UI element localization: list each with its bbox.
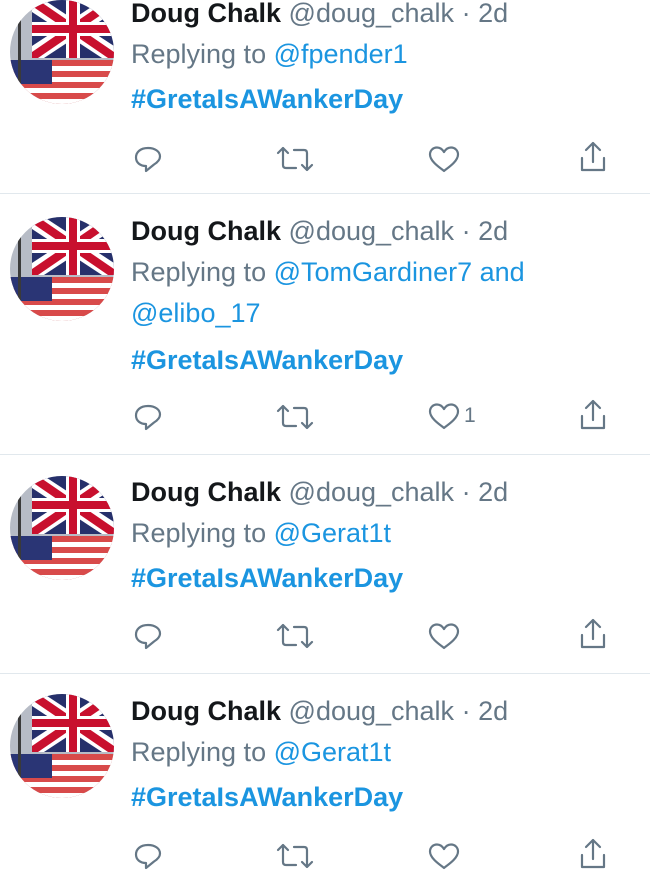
tweet-header: Doug Chalk @doug_chalk · 2d bbox=[131, 0, 508, 30]
like-count: 1 bbox=[464, 404, 476, 427]
mention-link[interactable]: @Gerat1t bbox=[274, 737, 391, 767]
hashtag-link[interactable]: #GretaIsAWankerDay bbox=[131, 345, 403, 375]
reply-button[interactable] bbox=[133, 144, 163, 174]
share-button[interactable] bbox=[578, 837, 608, 871]
separator-dot: · bbox=[454, 477, 479, 507]
hashtag-link[interactable]: #GretaIsAWankerDay bbox=[131, 84, 403, 114]
hashtag-link[interactable]: #GretaIsAWankerDay bbox=[131, 782, 403, 812]
mention-link[interactable]: @Gerat1t bbox=[274, 518, 391, 548]
reply-icon bbox=[134, 843, 162, 870]
mention-link[interactable]: @TomGardiner7 and bbox=[274, 257, 525, 287]
reply-context: Replying to @fpender1 bbox=[131, 37, 408, 71]
reply-button[interactable] bbox=[133, 402, 163, 432]
display-name[interactable]: Doug Chalk bbox=[131, 0, 281, 28]
display-name[interactable]: Doug Chalk bbox=[131, 216, 281, 246]
avatar[interactable] bbox=[10, 217, 114, 321]
retweet-icon bbox=[276, 843, 314, 869]
like-button[interactable] bbox=[428, 145, 464, 173]
replying-to-label: Replying to bbox=[131, 518, 267, 548]
tweet[interactable]: Doug Chalk @doug_chalk · 2d Replying to … bbox=[0, 455, 650, 673]
retweet-button[interactable] bbox=[275, 622, 315, 650]
reply-icon bbox=[134, 404, 162, 431]
replying-to-label: Replying to bbox=[131, 39, 267, 69]
share-button[interactable] bbox=[578, 398, 608, 432]
replying-to-label: Replying to bbox=[131, 257, 267, 287]
mention-link[interactable]: @fpender1 bbox=[274, 39, 408, 69]
share-icon bbox=[580, 838, 606, 869]
avatar[interactable] bbox=[10, 0, 114, 104]
tweet[interactable]: Doug Chalk @doug_chalk · 2d Replying to … bbox=[0, 0, 650, 192]
avatar[interactable] bbox=[10, 476, 114, 580]
tweet-text: #GretaIsAWankerDay bbox=[131, 343, 403, 377]
timestamp[interactable]: 2d bbox=[478, 216, 508, 246]
user-handle[interactable]: @doug_chalk bbox=[289, 216, 455, 246]
avatar[interactable] bbox=[10, 694, 114, 798]
tweet-text: #GretaIsAWankerDay bbox=[131, 561, 403, 595]
share-button[interactable] bbox=[578, 140, 608, 174]
reply-context: Replying to @Gerat1t bbox=[131, 516, 391, 550]
display-name[interactable]: Doug Chalk bbox=[131, 696, 281, 726]
reply-icon bbox=[134, 623, 162, 650]
separator-dot: · bbox=[454, 216, 479, 246]
tweet-header: Doug Chalk @doug_chalk · 2d bbox=[131, 694, 508, 728]
retweet-button[interactable] bbox=[275, 145, 315, 173]
like-button[interactable] bbox=[428, 842, 464, 870]
heart-icon bbox=[428, 623, 460, 650]
share-icon bbox=[580, 141, 606, 172]
reply-button[interactable] bbox=[133, 841, 163, 871]
like-button[interactable]: 1 bbox=[428, 402, 476, 430]
timestamp[interactable]: 2d bbox=[478, 696, 508, 726]
user-handle[interactable]: @doug_chalk bbox=[289, 696, 455, 726]
reply-button[interactable] bbox=[133, 621, 163, 651]
heart-icon bbox=[428, 146, 460, 173]
tweet-text: #GretaIsAWankerDay bbox=[131, 780, 403, 814]
retweet-icon bbox=[276, 623, 314, 649]
reply-context: Replying to @Gerat1t bbox=[131, 735, 391, 769]
tweet-text: #GretaIsAWankerDay bbox=[131, 82, 403, 116]
heart-icon bbox=[428, 403, 460, 430]
retweet-button[interactable] bbox=[275, 842, 315, 870]
user-handle[interactable]: @doug_chalk bbox=[289, 477, 455, 507]
timestamp[interactable]: 2d bbox=[478, 0, 508, 28]
separator-dot: · bbox=[454, 696, 479, 726]
hashtag-link[interactable]: #GretaIsAWankerDay bbox=[131, 563, 403, 593]
mention-link[interactable]: @elibo_17 bbox=[131, 298, 261, 328]
share-button[interactable] bbox=[578, 617, 608, 651]
tweet[interactable]: Doug Chalk @doug_chalk · 2d Replying to … bbox=[0, 194, 650, 454]
retweet-button[interactable] bbox=[275, 403, 315, 431]
tweet[interactable]: Doug Chalk @doug_chalk · 2d Replying to … bbox=[0, 674, 650, 874]
heart-icon bbox=[428, 843, 460, 870]
reply-context-continued: @elibo_17 bbox=[131, 296, 261, 330]
separator-dot: · bbox=[454, 0, 479, 28]
retweet-icon bbox=[276, 404, 314, 430]
tweet-header: Doug Chalk @doug_chalk · 2d bbox=[131, 214, 508, 248]
display-name[interactable]: Doug Chalk bbox=[131, 477, 281, 507]
tweet-header: Doug Chalk @doug_chalk · 2d bbox=[131, 475, 508, 509]
timestamp[interactable]: 2d bbox=[478, 477, 508, 507]
reply-icon bbox=[134, 146, 162, 173]
replying-to-label: Replying to bbox=[131, 737, 267, 767]
like-button[interactable] bbox=[428, 622, 464, 650]
retweet-icon bbox=[276, 146, 314, 172]
reply-context: Replying to @TomGardiner7 and bbox=[131, 255, 525, 289]
share-icon bbox=[580, 399, 606, 430]
share-icon bbox=[580, 618, 606, 649]
user-handle[interactable]: @doug_chalk bbox=[289, 0, 455, 28]
